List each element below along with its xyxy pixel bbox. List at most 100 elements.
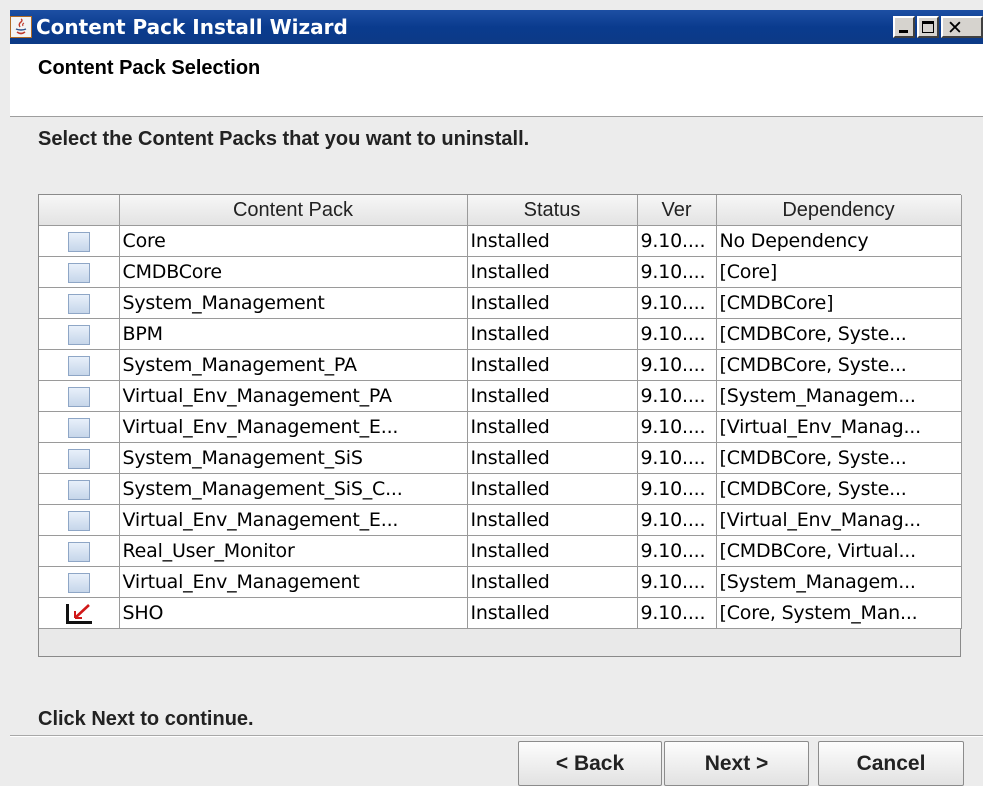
select-cell bbox=[39, 566, 120, 598]
dependency-cell: [CMDBCore, Virtual... bbox=[716, 535, 962, 567]
version-cell: 9.10.... bbox=[637, 473, 717, 505]
table-row[interactable]: Real_User_Monitor Installed 9.10.... [CMDBC… bbox=[39, 535, 962, 567]
cancel-button[interactable]: Cancel bbox=[818, 741, 964, 786]
table-row[interactable]: Virtual_Env_Management_PA Installed 9.10..… bbox=[39, 380, 962, 412]
version-cell: 9.10.... bbox=[637, 318, 717, 350]
status-cell: Installed bbox=[467, 504, 638, 536]
select-checkbox[interactable] bbox=[67, 386, 90, 407]
select-cell bbox=[39, 597, 120, 629]
table-row[interactable]: SHO Installed 9.10.... [Core, System_Man... bbox=[39, 597, 962, 629]
close-button[interactable]: ✕ bbox=[941, 16, 983, 39]
status-cell: Installed bbox=[467, 411, 638, 443]
status-cell: Installed bbox=[467, 380, 638, 412]
version-cell: 9.10.... bbox=[637, 504, 717, 536]
dependency-cell: [Core] bbox=[716, 256, 962, 288]
status-cell: Installed bbox=[467, 256, 638, 288]
instruction-text: Select the Content Packs that you want t… bbox=[38, 128, 530, 150]
column-header-status[interactable]: Status bbox=[467, 195, 638, 226]
status-cell: Installed bbox=[467, 349, 638, 381]
content-pack-cell: BPM bbox=[119, 318, 468, 350]
dependency-cell: [CMDBCore] bbox=[716, 287, 962, 319]
select-cell bbox=[39, 411, 120, 443]
version-cell: 9.10.... bbox=[637, 442, 717, 474]
select-cell bbox=[39, 442, 120, 474]
content-pack-cell: Virtual_Env_Management_E... bbox=[119, 411, 468, 443]
dependency-cell: [Core, System_Man... bbox=[716, 597, 962, 629]
content-pack-cell: SHO bbox=[119, 597, 468, 629]
dependency-cell: [CMDBCore, Syste... bbox=[716, 473, 962, 505]
table-row[interactable]: Core Installed 9.10.... No Dependency bbox=[39, 225, 962, 257]
status-cell: Installed bbox=[467, 287, 638, 319]
version-cell: 9.10.... bbox=[637, 380, 717, 412]
select-checkbox[interactable] bbox=[67, 293, 90, 314]
dependency-cell: [CMDBCore, Syste... bbox=[716, 442, 962, 474]
table-row[interactable]: System_Management_SiS Installed 9.10.... [C… bbox=[39, 442, 962, 474]
content-pack-cell: Real_User_Monitor bbox=[119, 535, 468, 567]
version-cell: 9.10.... bbox=[637, 566, 717, 598]
select-checkbox[interactable] bbox=[67, 572, 90, 593]
footer-message: Click Next to continue. bbox=[38, 708, 254, 730]
dependency-cell: [System_Managem... bbox=[716, 566, 962, 598]
version-cell: 9.10.... bbox=[637, 256, 717, 288]
select-cell bbox=[39, 473, 120, 505]
back-button[interactable]: < Back bbox=[518, 741, 662, 786]
footer-divider bbox=[10, 735, 983, 737]
status-cell: Installed bbox=[467, 473, 638, 505]
version-cell: 9.10.... bbox=[637, 411, 717, 443]
status-cell: Installed bbox=[467, 318, 638, 350]
version-cell: 9.10.... bbox=[637, 349, 717, 381]
select-checkbox[interactable] bbox=[67, 510, 90, 531]
status-cell: Installed bbox=[467, 566, 638, 598]
dependency-cell: [CMDBCore, Syste... bbox=[716, 318, 962, 350]
column-header-dependency[interactable]: Dependency bbox=[716, 195, 962, 226]
select-cell bbox=[39, 380, 120, 412]
close-icon: ✕ bbox=[947, 17, 963, 39]
table-row[interactable]: Virtual_Env_Management_E... Installed 9.10… bbox=[39, 504, 962, 536]
select-cell bbox=[39, 504, 120, 536]
column-header-content-pack[interactable]: Content Pack bbox=[119, 195, 468, 226]
select-cell bbox=[39, 318, 120, 350]
content-pack-cell: System_Management_SiS bbox=[119, 442, 468, 474]
checkmark-icon bbox=[73, 603, 90, 619]
content-pack-cell: System_Management_PA bbox=[119, 349, 468, 381]
dependency-cell: [CMDBCore, Syste... bbox=[716, 349, 962, 381]
page-title: Content Pack Selection bbox=[38, 57, 261, 79]
select-cell bbox=[39, 287, 120, 319]
table-row[interactable]: System_Management Installed 9.10.... [CMDBC… bbox=[39, 287, 962, 319]
select-cell bbox=[39, 225, 120, 257]
select-checkbox[interactable] bbox=[67, 231, 90, 252]
window-title: Content Pack Install Wizard bbox=[36, 15, 348, 39]
select-checkbox[interactable] bbox=[67, 355, 90, 376]
status-cell: Installed bbox=[467, 442, 638, 474]
content-pack-table: Content Pack Status Ver Dependency Core I… bbox=[38, 194, 962, 657]
maximize-button[interactable] bbox=[917, 16, 939, 38]
table-row[interactable]: BPM Installed 9.10.... [CMDBCore, Syste... bbox=[39, 318, 962, 350]
content-pack-cell: System_Management bbox=[119, 287, 468, 319]
title-bar[interactable]: Content Pack Install Wizard ✕ bbox=[10, 10, 983, 44]
table-row[interactable]: CMDBCore Installed 9.10.... [Core] bbox=[39, 256, 962, 288]
dependency-cell: No Dependency bbox=[716, 225, 962, 257]
select-checkbox[interactable] bbox=[67, 479, 90, 500]
minimize-button[interactable] bbox=[893, 16, 915, 38]
java-app-icon bbox=[10, 16, 32, 38]
table-row[interactable]: Virtual_Env_Management_E... Installed 9.10… bbox=[39, 411, 962, 443]
select-checkbox[interactable] bbox=[67, 262, 90, 283]
select-cell bbox=[39, 535, 120, 567]
select-checkbox[interactable] bbox=[67, 417, 90, 438]
select-checkbox[interactable] bbox=[67, 541, 90, 562]
content-pack-cell: Virtual_Env_Management_PA bbox=[119, 380, 468, 412]
content-pack-cell: System_Management_SiS_C... bbox=[119, 473, 468, 505]
next-button[interactable]: Next > bbox=[664, 741, 809, 786]
table-row[interactable]: System_Management_PA Installed 9.10.... [CM… bbox=[39, 349, 962, 381]
status-cell: Installed bbox=[467, 535, 638, 567]
select-checkbox[interactable] bbox=[67, 448, 90, 469]
table-header-row: Content Pack Status Ver Dependency bbox=[39, 195, 962, 226]
minimize-icon bbox=[899, 30, 908, 33]
column-header-ver[interactable]: Ver bbox=[637, 195, 717, 226]
table-row[interactable]: System_Management_SiS_C... Installed 9.10.… bbox=[39, 473, 962, 505]
select-checkbox[interactable] bbox=[67, 324, 90, 345]
select-checkbox[interactable] bbox=[65, 603, 92, 624]
table-row[interactable]: Virtual_Env_Management Installed 9.10....[… bbox=[39, 566, 962, 598]
column-header-select[interactable] bbox=[39, 195, 120, 226]
content-pack-cell: Core bbox=[119, 225, 468, 257]
